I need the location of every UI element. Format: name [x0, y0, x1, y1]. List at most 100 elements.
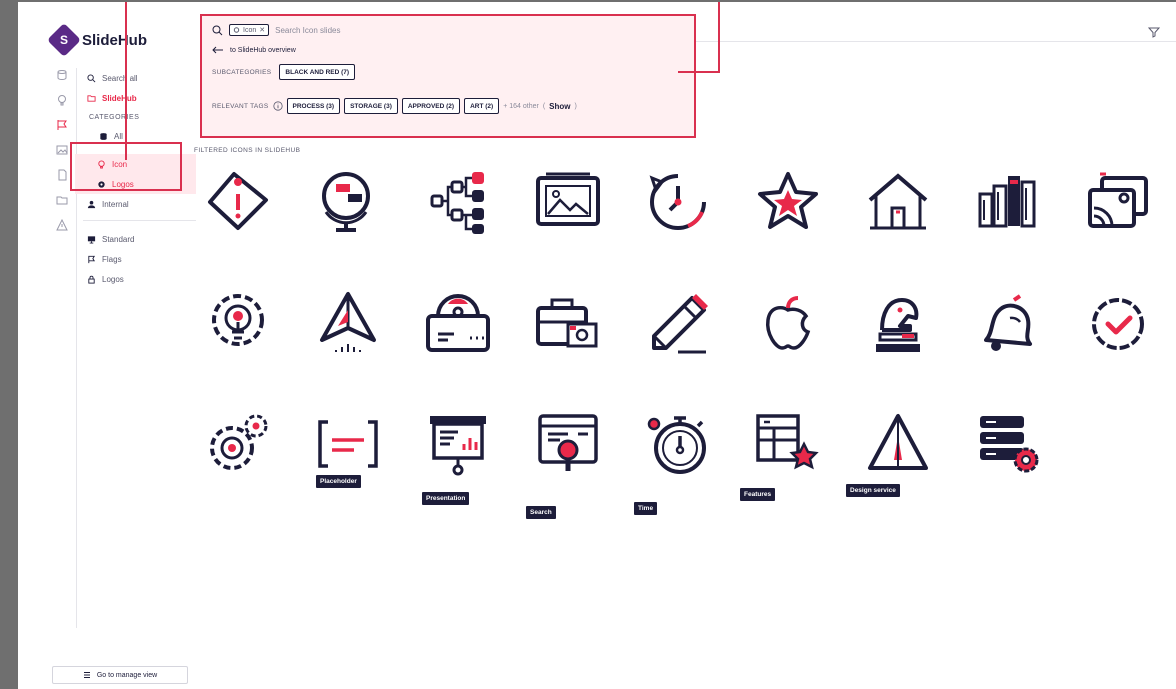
app-window: S SlideHub Search all SlideHub CATEGORIE… — [18, 2, 1176, 689]
icon-tile-features-table[interactable] — [748, 404, 828, 484]
funnel-icon[interactable] — [1148, 26, 1160, 38]
presentation-icon — [430, 416, 486, 476]
tag-alert-icon — [208, 172, 268, 230]
icon-label-placeholder: Placeholder — [316, 475, 361, 488]
search-all-link[interactable]: Search all — [77, 68, 196, 88]
document-icon[interactable] — [55, 168, 69, 182]
icon-tile-server-gear[interactable] — [968, 404, 1048, 484]
search-all-label: Search all — [102, 73, 138, 83]
nav-divider — [83, 220, 196, 221]
tag-art[interactable]: ART (2) — [464, 98, 500, 114]
books-icon — [978, 176, 1036, 228]
remove-filter-icon[interactable]: ✕ — [259, 26, 265, 34]
icon-tile-placeholder[interactable] — [308, 404, 388, 484]
picture-frame-icon — [536, 172, 600, 226]
subcategory-tag[interactable]: BLACK AND RED (7) — [279, 64, 356, 80]
nav-logos[interactable]: Logos — [77, 269, 196, 289]
gears-icon — [210, 414, 268, 470]
icon-tile-chess-knight[interactable] — [858, 284, 938, 364]
subcategories-row: SUBCATEGORIES BLACK AND RED (7) — [202, 54, 694, 80]
icon-label-design-service: Design service — [846, 484, 900, 497]
flag-icon[interactable] — [55, 118, 69, 132]
lightbulb-icon — [233, 26, 240, 33]
annotation-line — [678, 71, 720, 73]
database-icon — [100, 132, 107, 140]
icon-tile-lightbulb-gear[interactable] — [198, 284, 278, 364]
icon-tile-house[interactable] — [858, 162, 938, 242]
lightbulb-icon[interactable] — [55, 93, 69, 107]
icon-tile-flowchart[interactable] — [418, 162, 498, 242]
show-close-paren: ) — [574, 102, 577, 110]
logo-mark: S — [47, 23, 81, 57]
categories-heading: CATEGORIES — [89, 113, 140, 121]
relevant-tags-label: RELEVANT TAGS — [212, 102, 269, 110]
annotation-line — [718, 2, 720, 73]
back-link[interactable]: to SlideHub overview — [202, 38, 694, 54]
relevant-tags-row: RELEVANT TAGS PROCESS (3) STORAGE (3) AP… — [202, 80, 694, 114]
icon-tile-clock[interactable] — [638, 162, 718, 242]
icon-tile-presentation[interactable] — [418, 404, 498, 484]
icon-tile-paper-plane[interactable] — [308, 284, 388, 364]
folder-icon[interactable] — [55, 193, 69, 207]
icon-tile-bell[interactable] — [968, 284, 1048, 364]
icon-tile-apple[interactable] — [748, 284, 828, 364]
monitor-icon — [87, 235, 96, 244]
subcategories-label: SUBCATEGORIES — [212, 68, 272, 76]
server-gear-icon — [980, 416, 1039, 473]
icon-tile-star[interactable] — [748, 162, 828, 242]
search-browser-icon — [538, 414, 598, 471]
manage-view-button[interactable]: Go to manage view — [52, 666, 188, 684]
nav-flags[interactable]: Flags — [77, 249, 196, 269]
search-input[interactable] — [275, 25, 576, 35]
nav-standard[interactable]: Standard — [77, 229, 196, 249]
icon-tile-photos[interactable] — [1078, 162, 1158, 242]
category-all-label: All — [114, 131, 123, 141]
design-triangle-icon — [868, 414, 928, 470]
icon-tile-search-browser[interactable] — [528, 404, 608, 484]
users-icon — [87, 200, 96, 208]
icon-tile-stopwatch[interactable] — [638, 404, 718, 484]
bell-icon — [984, 294, 1032, 351]
app-logo[interactable]: S SlideHub — [47, 23, 148, 57]
icon-label-time: Time — [634, 502, 658, 515]
icon-tile-design-triangle[interactable] — [858, 404, 938, 484]
clock-icon — [649, 174, 706, 230]
icon-tile-pencil[interactable] — [638, 284, 718, 364]
category-internal[interactable]: Internal — [77, 194, 196, 214]
tag-storage[interactable]: STORAGE (3) — [344, 98, 398, 114]
box-icon — [426, 294, 490, 352]
tag-approved[interactable]: APPROVED (2) — [401, 98, 461, 114]
app-name: SlideHub — [82, 31, 148, 49]
search-icon — [87, 73, 96, 82]
tag-process[interactable]: PROCESS (3) — [286, 98, 341, 114]
active-filter-chip[interactable]: Icon ✕ — [229, 24, 270, 36]
icon-tile-check-badge[interactable] — [1078, 284, 1158, 364]
warning-icon[interactable] — [55, 218, 69, 232]
image-icon[interactable] — [55, 143, 69, 157]
star-icon — [758, 172, 818, 229]
icon-tile-books[interactable] — [968, 162, 1048, 242]
icon-tile-globe-chat[interactable] — [308, 162, 388, 242]
list-icon — [83, 672, 90, 678]
icon-tile-briefcase-money[interactable] — [528, 284, 608, 364]
icon-tile-tag-alert[interactable] — [198, 162, 278, 242]
back-link-label: to SlideHub overview — [230, 46, 296, 54]
lock-icon — [88, 275, 95, 284]
brand-link-label: SlideHub — [102, 93, 137, 103]
more-tags-count: + 164 other — [503, 102, 539, 110]
icon-tile-gears[interactable] — [198, 404, 278, 484]
search-icon — [212, 25, 223, 35]
show-more-tags-link[interactable]: Show — [549, 102, 570, 111]
annotation-line — [125, 2, 127, 160]
icon-tile-picture-frame[interactable] — [528, 162, 608, 242]
brand-link[interactable]: SlideHub — [77, 88, 196, 108]
icon-tile-box[interactable] — [418, 284, 498, 364]
nav-logos-label: Logos — [102, 274, 124, 284]
pencil-icon — [652, 294, 708, 354]
info-icon[interactable] — [272, 101, 283, 111]
arrow-left-icon — [212, 46, 223, 54]
paper-plane-icon — [320, 292, 376, 352]
database-icon[interactable] — [55, 68, 69, 82]
filter-panel: Icon ✕ to SlideHub overview SUBCATEGORIE… — [200, 14, 696, 138]
active-filter-label: Icon — [243, 26, 257, 34]
